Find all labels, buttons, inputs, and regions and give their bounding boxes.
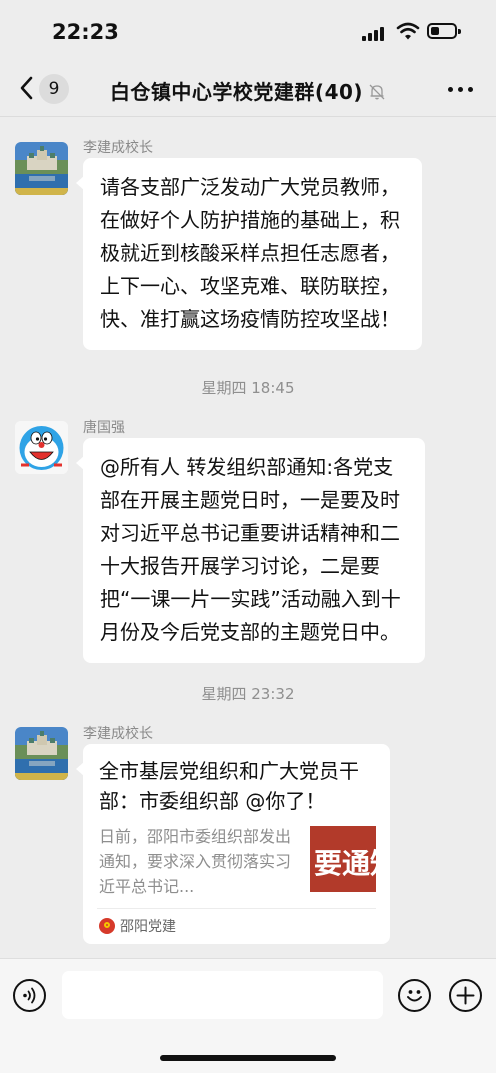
voice-input-button[interactable] — [13, 979, 46, 1012]
wifi-icon — [396, 22, 420, 40]
link-card[interactable]: 全市基层党组织和广大党员干部：市委组织部 @你了！ 日前，邵阳市委组织部发出通知… — [76, 744, 390, 944]
chat-timestamp: 星期四 23:32 — [201, 685, 295, 703]
card-source: 邵阳党建 — [99, 916, 176, 936]
message-input[interactable] — [62, 971, 383, 1019]
chat-screen: 22:23 9 白仓镇中心学校党建群(40) 李建成校长 请各支部广泛发动广大党… — [0, 0, 496, 1073]
palace-landscape-avatar-icon — [15, 142, 68, 195]
emoji-button[interactable] — [398, 979, 431, 1012]
sender-avatar[interactable] — [15, 421, 68, 474]
message-input-bar — [0, 958, 496, 1073]
card-thumbnail: 要通知 — [310, 826, 376, 892]
plus-icon — [456, 986, 475, 1005]
sender-name: 唐国强 — [83, 420, 125, 436]
voice-icon — [23, 987, 36, 1004]
card-description: 日前，邵阳市委组织部发出通知，要求深入贯彻落实习近平总书记... — [99, 827, 292, 896]
battery-level-fill — [431, 27, 439, 35]
sender-avatar[interactable] — [15, 727, 68, 780]
cellular-signal-icon — [362, 25, 388, 41]
party-emblem-icon — [99, 918, 115, 934]
chat-header: 9 白仓镇中心学校党建群(40) — [0, 62, 496, 117]
battery-icon — [427, 23, 461, 39]
status-bar: 22:23 — [0, 0, 496, 62]
card-divider — [97, 908, 376, 909]
sender-avatar[interactable] — [15, 142, 68, 195]
group-name: 白仓镇中心学校党建群(40) — [109, 80, 364, 104]
message-bubble[interactable]: @所有人 转发组织部通知:各党支部在开展主题党日时，一是要及时对习近平总书记重要… — [76, 438, 425, 663]
chat-timestamp: 星期四 18:45 — [201, 379, 295, 397]
status-time: 22:23 — [52, 20, 119, 44]
card-thumbnail-text: 要通知 — [314, 847, 376, 880]
doraemon-avatar-icon — [15, 421, 68, 474]
card-title: 全市基层党组织和广大党员干部：市委组织部 @你了！ — [99, 759, 359, 813]
home-indicator — [160, 1055, 336, 1061]
message-text: 请各支部广泛发动广大党员教师，在做好个人防护措施的基础上，积极就近到核酸采样点担… — [100, 175, 400, 331]
add-more-button[interactable] — [449, 979, 482, 1012]
palace-landscape-avatar-icon — [15, 727, 68, 780]
message-bubble[interactable]: 请各支部广泛发动广大党员教师，在做好个人防护措施的基础上，积极就近到核酸采样点担… — [76, 158, 422, 350]
emoji-smile-icon — [407, 990, 422, 1002]
sender-name: 李建成校长 — [83, 140, 153, 156]
mute-bell-icon — [369, 84, 385, 100]
sender-name: 李建成校长 — [83, 726, 153, 742]
message-text: @所有人 转发组织部通知:各党支部在开展主题党日时，一是要及时对习近平总书记重要… — [100, 455, 401, 644]
chat-title: 白仓镇中心学校党建群(40) — [0, 76, 496, 105]
more-options-icon[interactable] — [448, 86, 474, 94]
card-source-name: 邵阳党建 — [120, 919, 176, 935]
